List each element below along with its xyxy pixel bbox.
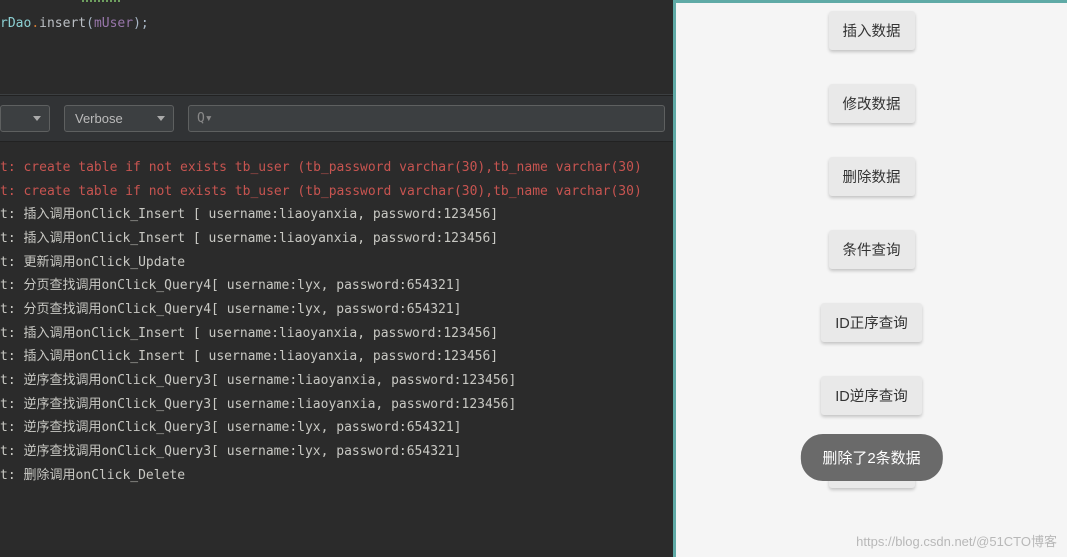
log-line: t: 逆序查找调用onClick_Query3[ username:liaoya…	[0, 369, 673, 393]
log-line: t: 更新调用onClick_Update	[0, 251, 673, 275]
watermark: https://blog.csdn.net/@51CTO博客	[856, 531, 1057, 550]
condition-query-button[interactable]: 条件查询	[829, 230, 915, 269]
log-line: t: 插入调用onClick_Insert [ username:liaoyan…	[0, 322, 673, 346]
code-line: rDao.insert(mUser);	[0, 6, 673, 33]
log-line: t: 插入调用onClick_Insert [ username:liaoyan…	[0, 203, 673, 227]
log-line: t: 逆序查找调用onClick_Query3[ username:lyx, p…	[0, 416, 673, 440]
app-button-group: 插入数据 修改数据 删除数据 条件查询 ID正序查询 ID逆序查询 分页查询	[821, 11, 922, 488]
logcat-toolbar: Verbose Q▾	[0, 95, 673, 142]
code-editor[interactable]: rDao.insert(mUser);	[0, 0, 673, 95]
insert-data-button[interactable]: 插入数据	[829, 11, 915, 50]
log-line: t: 分页查找调用onClick_Query4[ username:lyx, p…	[0, 298, 673, 322]
log-line: t: 分页查找调用onClick_Query4[ username:lyx, p…	[0, 274, 673, 298]
id-asc-query-button[interactable]: ID正序查询	[821, 303, 922, 342]
logcat-output[interactable]: t: create table if not exists tb_user (t…	[0, 142, 673, 557]
log-line: t: 逆序查找调用onClick_Query3[ username:liaoya…	[0, 393, 673, 417]
update-data-button[interactable]: 修改数据	[829, 84, 915, 123]
log-line: t: 删除调用onClick_Delete	[0, 464, 673, 488]
dropdown-label: Verbose	[75, 111, 123, 126]
logcat-search-input[interactable]: Q▾	[188, 105, 665, 132]
log-level-dropdown[interactable]: Verbose	[64, 105, 174, 132]
log-line: t: create table if not exists tb_user (t…	[0, 156, 673, 180]
emulator-screen: 插入数据 修改数据 删除数据 条件查询 ID正序查询 ID逆序查询 分页查询 删…	[673, 0, 1067, 557]
toast-message: 删除了2条数据	[800, 434, 942, 481]
log-line: t: 逆序查找调用onClick_Query3[ username:lyx, p…	[0, 440, 673, 464]
ide-panel: rDao.insert(mUser); Verbose Q▾ t: create…	[0, 0, 673, 557]
delete-data-button[interactable]: 删除数据	[829, 157, 915, 196]
search-icon: Q▾	[197, 111, 213, 126]
code-hint-underline	[82, 0, 120, 2]
log-line: t: 插入调用onClick_Insert [ username:liaoyan…	[0, 227, 673, 251]
log-line: t: create table if not exists tb_user (t…	[0, 180, 673, 204]
chevron-down-icon	[157, 116, 165, 121]
id-desc-query-button[interactable]: ID逆序查询	[821, 376, 922, 415]
chevron-down-icon	[33, 116, 41, 121]
filter-dropdown-1[interactable]	[0, 105, 50, 132]
log-line: t: 插入调用onClick_Insert [ username:liaoyan…	[0, 345, 673, 369]
